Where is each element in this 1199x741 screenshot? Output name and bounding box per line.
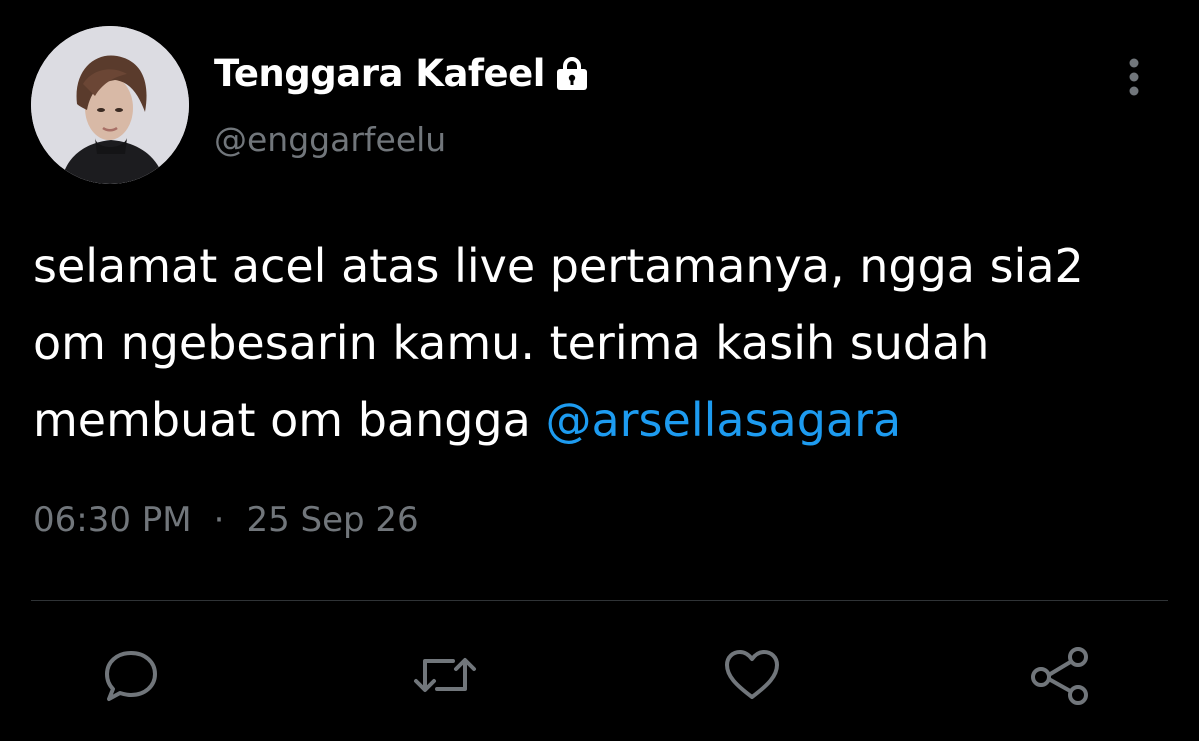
comment-icon (105, 651, 157, 701)
tweet-time: 06:30 PM (33, 500, 192, 540)
share-icon (1031, 647, 1088, 705)
avatar-photo (31, 26, 189, 184)
tweet-timestamp[interactable]: 06:30 PM · 25 Sep 26 (33, 500, 419, 540)
display-name[interactable]: Tenggara Kafeel (214, 52, 545, 95)
share-button[interactable] (1025, 640, 1095, 710)
divider (31, 600, 1168, 601)
more-vertical-icon[interactable] (1120, 56, 1148, 98)
tweet-text: selamat acel atas live pertamanya, ngga … (33, 228, 1173, 459)
tweet-date: 25 Sep 26 (246, 500, 419, 540)
author-handle[interactable]: @enggarfeelu (214, 120, 446, 159)
retweet-icon (414, 658, 476, 692)
heart-icon (725, 650, 779, 699)
reply-button[interactable] (96, 640, 166, 710)
meta-separator: · (213, 500, 225, 540)
like-button[interactable] (717, 640, 787, 710)
retweet-button[interactable] (410, 640, 480, 710)
mention-link[interactable]: @arsellasagara (545, 393, 901, 447)
avatar[interactable] (31, 26, 189, 184)
lock-icon (553, 54, 591, 92)
author-name-row: Tenggara Kafeel (214, 48, 591, 98)
